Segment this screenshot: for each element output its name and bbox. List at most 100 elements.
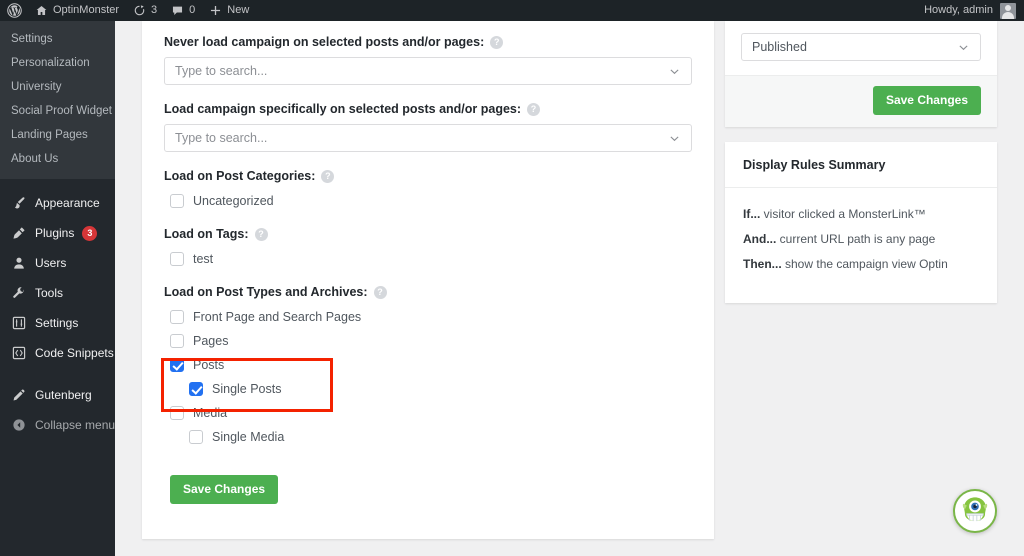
checkbox-label: Single Posts xyxy=(212,382,282,396)
sidebar-item-tools[interactable]: Tools xyxy=(0,278,115,308)
help-icon[interactable]: ? xyxy=(321,169,335,183)
optinmonster-submenu: Settings Personalization University Soci… xyxy=(0,21,115,179)
sidebar-item-gutenberg[interactable]: Gutenberg xyxy=(0,380,115,410)
updates-button[interactable]: 3 xyxy=(126,0,164,21)
home-icon xyxy=(35,4,48,17)
optinmonster-mascot-icon xyxy=(955,491,995,531)
sidebar-item-plugins[interactable]: Plugins 3 xyxy=(0,218,115,248)
site-name-button[interactable]: OptinMonster xyxy=(28,0,126,21)
never-load-label-text: Never load campaign on selected posts an… xyxy=(164,35,485,49)
updates-count: 3 xyxy=(151,4,158,16)
rule-prefix: And... xyxy=(743,232,777,246)
checkbox-row-media[interactable]: Media xyxy=(164,401,692,425)
rule-prefix: Then... xyxy=(743,257,782,271)
comments-button[interactable]: 0 xyxy=(164,0,202,21)
checkbox-posts[interactable] xyxy=(170,358,184,372)
tags-label: Load on Tags: ? xyxy=(164,227,692,241)
rule-text: current URL path is any page xyxy=(776,232,936,246)
chevron-down-icon xyxy=(668,65,681,78)
sidebar-item-label: Gutenberg xyxy=(35,387,92,402)
checkbox-label: Media xyxy=(193,406,228,420)
post-categories-label-text: Load on Post Categories: xyxy=(164,169,316,183)
sidebar-item-settings-main[interactable]: Settings xyxy=(0,308,115,338)
paintbrush-icon xyxy=(11,195,27,211)
wrench-icon xyxy=(11,285,27,301)
sidebar-item-university[interactable]: University xyxy=(0,75,115,99)
never-load-field: Never load campaign on selected posts an… xyxy=(164,35,692,85)
checkbox-row-single-posts[interactable]: Single Posts xyxy=(164,377,692,401)
sidebar-item-personalization[interactable]: Personalization xyxy=(0,51,115,75)
display-rules-summary-panel: Display Rules Summary If... visitor clic… xyxy=(725,142,997,303)
checkbox-media[interactable] xyxy=(170,406,184,420)
sidebar-item-label: Users xyxy=(35,255,67,270)
sidebar-item-social-proof-widget[interactable]: Social Proof Widget xyxy=(0,99,115,123)
checkbox-single-posts[interactable] xyxy=(189,382,203,396)
new-content-button[interactable]: New xyxy=(202,0,256,21)
help-icon[interactable]: ? xyxy=(527,102,541,116)
checkbox-row-posts[interactable]: Posts xyxy=(164,353,692,377)
load-specifically-label-text: Load campaign specifically on selected p… xyxy=(164,102,522,116)
howdy-label: Howdy, admin xyxy=(924,4,993,16)
never-load-label: Never load campaign on selected posts an… xyxy=(164,35,692,49)
load-specifically-placeholder: Type to search... xyxy=(175,131,268,145)
sidebar-item-code-snippets[interactable]: Code Snippets xyxy=(0,338,115,368)
optinmonster-mascot-button[interactable] xyxy=(953,489,997,533)
publish-panel: Published Save Changes xyxy=(725,21,997,127)
checkbox-test[interactable] xyxy=(170,252,184,266)
rule-and: And... current URL path is any page xyxy=(743,231,979,247)
wordpress-logo-icon xyxy=(7,3,22,18)
status-select[interactable]: Published xyxy=(741,33,981,61)
account-menu[interactable]: Howdy, admin xyxy=(924,0,1024,21)
publish-panel-body: Published xyxy=(725,21,997,75)
sidebar-item-users[interactable]: Users xyxy=(0,248,115,278)
help-icon[interactable]: ? xyxy=(373,285,387,299)
post-categories-label: Load on Post Categories: ? xyxy=(164,169,692,183)
sidebar-item-about-us[interactable]: About Us xyxy=(0,147,115,171)
display-rules-list: If... visitor clicked a MonsterLink™ And… xyxy=(725,188,997,303)
sidebar-item-landing-pages[interactable]: Landing Pages xyxy=(0,123,115,147)
save-changes-button-sidebar[interactable]: Save Changes xyxy=(872,86,981,115)
checkbox-row-single-media[interactable]: Single Media xyxy=(164,425,692,449)
checkbox-uncategorized[interactable] xyxy=(170,194,184,208)
checkbox-pages[interactable] xyxy=(170,334,184,348)
checkbox-label: Posts xyxy=(193,358,225,372)
publish-panel-footer: Save Changes xyxy=(725,75,997,127)
checkbox-row-test[interactable]: test xyxy=(164,247,692,271)
plug-icon xyxy=(11,225,27,241)
post-categories-group: Load on Post Categories: ? Uncategorized xyxy=(164,169,692,213)
sidebar-item-label: Collapse menu xyxy=(35,417,116,432)
sidebar-item-label: Tools xyxy=(35,285,64,300)
sidebar-item-settings[interactable]: Settings xyxy=(0,27,115,51)
help-icon[interactable]: ? xyxy=(254,227,268,241)
code-brackets-icon xyxy=(11,345,27,361)
sidebar-item-label: Code Snippets xyxy=(35,345,114,360)
sidebar-item-collapse-menu[interactable]: Collapse menu xyxy=(0,410,115,440)
checkbox-label: test xyxy=(193,252,214,266)
sidebar-item-appearance[interactable]: Appearance xyxy=(0,188,115,218)
never-load-search-input[interactable]: Type to search... xyxy=(164,57,692,85)
checkbox-row-front-page-and-search-pages[interactable]: Front Page and Search Pages xyxy=(164,305,692,329)
rule-if: If... visitor clicked a MonsterLink™ xyxy=(743,206,979,222)
wordpress-logo-button[interactable] xyxy=(0,0,28,21)
tags-label-text: Load on Tags: xyxy=(164,227,249,241)
checkbox-row-pages[interactable]: Pages xyxy=(164,329,692,353)
sliders-icon xyxy=(11,315,27,331)
chevron-down-icon xyxy=(957,41,970,54)
save-changes-button-main[interactable]: Save Changes xyxy=(170,475,279,504)
pencil-icon xyxy=(11,387,27,403)
display-rules-summary-title: Display Rules Summary xyxy=(725,142,997,188)
display-rules-card: Never load campaign on selected posts an… xyxy=(142,21,714,539)
post-types-label: Load on Post Types and Archives: ? xyxy=(164,285,692,299)
user-icon xyxy=(11,255,27,271)
help-icon[interactable]: ? xyxy=(490,35,504,49)
right-sidebar: Published Save Changes Display Rules Sum… xyxy=(725,21,997,303)
chevron-down-icon xyxy=(668,132,681,145)
checkbox-front-page-and-search-pages[interactable] xyxy=(170,310,184,324)
new-content-label: New xyxy=(227,4,250,16)
checkbox-row-uncategorized[interactable]: Uncategorized xyxy=(164,189,692,213)
menu-separator xyxy=(0,368,115,380)
load-specifically-search-input[interactable]: Type to search... xyxy=(164,124,692,152)
admin-bar: OptinMonster 3 0 New Howdy, admin xyxy=(0,0,1024,21)
sidebar-item-label: Appearance xyxy=(35,195,100,210)
checkbox-single-media[interactable] xyxy=(189,430,203,444)
